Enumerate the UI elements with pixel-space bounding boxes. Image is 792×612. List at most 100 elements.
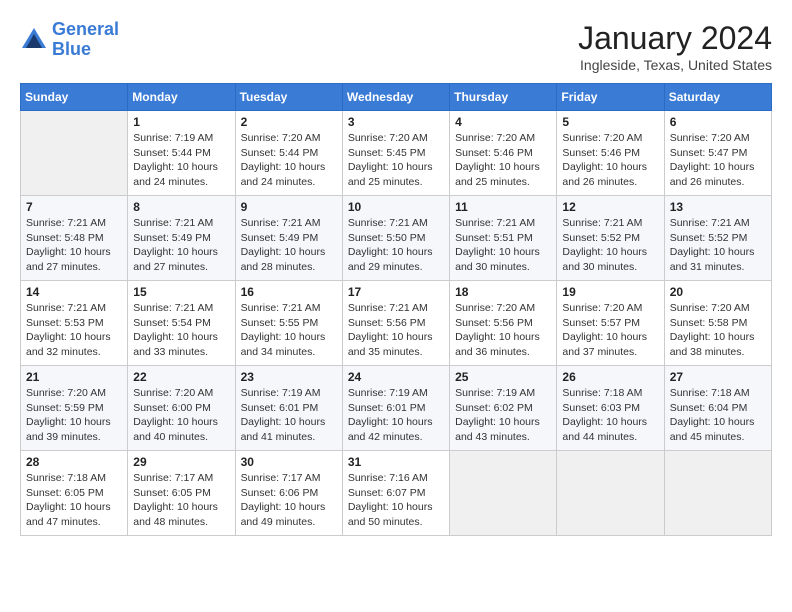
day-cell: 14 Sunrise: 7:21 AMSunset: 5:53 PMDayligh… — [21, 281, 128, 366]
day-info: Sunrise: 7:19 AMSunset: 6:01 PMDaylight:… — [348, 386, 444, 445]
day-cell: 24 Sunrise: 7:19 AMSunset: 6:01 PMDayligh… — [342, 366, 449, 451]
day-info: Sunrise: 7:20 AMSunset: 5:46 PMDaylight:… — [562, 131, 658, 190]
day-info: Sunrise: 7:21 AMSunset: 5:52 PMDaylight:… — [562, 216, 658, 275]
day-cell: 1Sunrise: 7:19 AMSunset: 5:44 PMDaylight… — [128, 111, 235, 196]
day-number: 15 — [133, 285, 229, 299]
logo-line1: General — [52, 19, 119, 39]
day-number: 23 — [241, 370, 337, 384]
logo-line2: Blue — [52, 39, 91, 59]
day-number: 11 — [455, 200, 551, 214]
day-cell: 25 Sunrise: 7:19 AMSunset: 6:02 PMDayligh… — [450, 366, 557, 451]
day-cell: 16 Sunrise: 7:21 AMSunset: 5:55 PMDayligh… — [235, 281, 342, 366]
day-info: Sunrise: 7:20 AMSunset: 5:45 PMDaylight:… — [348, 131, 444, 190]
day-number: 22 — [133, 370, 229, 384]
day-info: Sunrise: 7:20 AMSunset: 6:00 PMDaylight:… — [133, 386, 229, 445]
day-number: 26 — [562, 370, 658, 384]
logo: General Blue — [20, 20, 119, 60]
day-info: Sunrise: 7:17 AMSunset: 6:06 PMDaylight:… — [241, 471, 337, 530]
day-info: Sunrise: 7:21 AMSunset: 5:49 PMDaylight:… — [133, 216, 229, 275]
location: Ingleside, Texas, United States — [578, 57, 772, 73]
day-cell: 9 Sunrise: 7:21 AMSunset: 5:49 PMDaylight… — [235, 196, 342, 281]
week-row-2: 14 Sunrise: 7:21 AMSunset: 5:53 PMDayligh… — [21, 281, 772, 366]
day-number: 9 — [241, 200, 337, 214]
day-number: 20 — [670, 285, 766, 299]
day-cell: 6 Sunrise: 7:20 AMSunset: 5:47 PMDaylight… — [664, 111, 771, 196]
week-row-4: 28 Sunrise: 7:18 AMSunset: 6:05 PMDayligh… — [21, 451, 772, 536]
day-cell: 12 Sunrise: 7:21 AMSunset: 5:52 PMDayligh… — [557, 196, 664, 281]
day-number: 1 — [133, 115, 229, 129]
day-info: Sunrise: 7:20 AMSunset: 5:56 PMDaylight:… — [455, 301, 551, 360]
day-number: 24 — [348, 370, 444, 384]
day-cell: 31 Sunrise: 7:16 AMSunset: 6:07 PMDayligh… — [342, 451, 449, 536]
day-number: 17 — [348, 285, 444, 299]
title-block: January 2024 Ingleside, Texas, United St… — [578, 20, 772, 73]
day-info: Sunrise: 7:17 AMSunset: 6:05 PMDaylight:… — [133, 471, 229, 530]
day-cell — [664, 451, 771, 536]
header-day-sunday: Sunday — [21, 84, 128, 111]
day-cell: 3 Sunrise: 7:20 AMSunset: 5:45 PMDaylight… — [342, 111, 449, 196]
week-row-1: 7Sunrise: 7:21 AMSunset: 5:48 PMDaylight… — [21, 196, 772, 281]
day-cell — [557, 451, 664, 536]
day-cell: 13 Sunrise: 7:21 AMSunset: 5:52 PMDayligh… — [664, 196, 771, 281]
day-number: 5 — [562, 115, 658, 129]
day-info: Sunrise: 7:21 AMSunset: 5:52 PMDaylight:… — [670, 216, 766, 275]
day-number: 29 — [133, 455, 229, 469]
day-cell: 17 Sunrise: 7:21 AMSunset: 5:56 PMDayligh… — [342, 281, 449, 366]
day-info: Sunrise: 7:20 AMSunset: 5:58 PMDaylight:… — [670, 301, 766, 360]
day-info: Sunrise: 7:16 AMSunset: 6:07 PMDaylight:… — [348, 471, 444, 530]
day-info: Sunrise: 7:20 AMSunset: 5:44 PMDaylight:… — [241, 131, 337, 190]
day-number: 25 — [455, 370, 551, 384]
day-info: Sunrise: 7:21 AMSunset: 5:53 PMDaylight:… — [26, 301, 122, 360]
header-day-saturday: Saturday — [664, 84, 771, 111]
day-number: 3 — [348, 115, 444, 129]
day-number: 13 — [670, 200, 766, 214]
day-info: Sunrise: 7:18 AMSunset: 6:05 PMDaylight:… — [26, 471, 122, 530]
day-number: 21 — [26, 370, 122, 384]
day-cell: 15 Sunrise: 7:21 AMSunset: 5:54 PMDayligh… — [128, 281, 235, 366]
day-cell: 8Sunrise: 7:21 AMSunset: 5:49 PMDaylight… — [128, 196, 235, 281]
day-cell: 2 Sunrise: 7:20 AMSunset: 5:44 PMDaylight… — [235, 111, 342, 196]
day-cell: 22 Sunrise: 7:20 AMSunset: 6:00 PMDayligh… — [128, 366, 235, 451]
day-number: 18 — [455, 285, 551, 299]
header-day-friday: Friday — [557, 84, 664, 111]
day-number: 12 — [562, 200, 658, 214]
day-info: Sunrise: 7:20 AMSunset: 5:47 PMDaylight:… — [670, 131, 766, 190]
header-day-wednesday: Wednesday — [342, 84, 449, 111]
day-number: 4 — [455, 115, 551, 129]
day-cell: 23 Sunrise: 7:19 AMSunset: 6:01 PMDayligh… — [235, 366, 342, 451]
day-number: 16 — [241, 285, 337, 299]
day-info: Sunrise: 7:21 AMSunset: 5:55 PMDaylight:… — [241, 301, 337, 360]
day-number: 6 — [670, 115, 766, 129]
day-info: Sunrise: 7:20 AMSunset: 5:59 PMDaylight:… — [26, 386, 122, 445]
header-row: SundayMondayTuesdayWednesdayThursdayFrid… — [21, 84, 772, 111]
header-day-thursday: Thursday — [450, 84, 557, 111]
day-cell: 5 Sunrise: 7:20 AMSunset: 5:46 PMDaylight… — [557, 111, 664, 196]
day-info: Sunrise: 7:21 AMSunset: 5:49 PMDaylight:… — [241, 216, 337, 275]
day-number: 14 — [26, 285, 122, 299]
page-header: General Blue January 2024 Ingleside, Tex… — [20, 20, 772, 73]
day-info: Sunrise: 7:20 AMSunset: 5:46 PMDaylight:… — [455, 131, 551, 190]
day-number: 2 — [241, 115, 337, 129]
week-row-0: 1Sunrise: 7:19 AMSunset: 5:44 PMDaylight… — [21, 111, 772, 196]
day-cell: 18 Sunrise: 7:20 AMSunset: 5:56 PMDayligh… — [450, 281, 557, 366]
day-cell: 21 Sunrise: 7:20 AMSunset: 5:59 PMDayligh… — [21, 366, 128, 451]
day-cell: 7Sunrise: 7:21 AMSunset: 5:48 PMDaylight… — [21, 196, 128, 281]
week-row-3: 21 Sunrise: 7:20 AMSunset: 5:59 PMDayligh… — [21, 366, 772, 451]
day-cell: 10Sunrise: 7:21 AMSunset: 5:50 PMDayligh… — [342, 196, 449, 281]
day-cell — [450, 451, 557, 536]
day-number: 19 — [562, 285, 658, 299]
day-info: Sunrise: 7:21 AMSunset: 5:56 PMDaylight:… — [348, 301, 444, 360]
day-number: 28 — [26, 455, 122, 469]
day-cell — [21, 111, 128, 196]
logo-text: General Blue — [52, 20, 119, 60]
day-number: 31 — [348, 455, 444, 469]
day-number: 7 — [26, 200, 122, 214]
day-info: Sunrise: 7:21 AMSunset: 5:54 PMDaylight:… — [133, 301, 229, 360]
day-info: Sunrise: 7:18 AMSunset: 6:04 PMDaylight:… — [670, 386, 766, 445]
day-cell: 11Sunrise: 7:21 AMSunset: 5:51 PMDayligh… — [450, 196, 557, 281]
day-info: Sunrise: 7:19 AMSunset: 6:02 PMDaylight:… — [455, 386, 551, 445]
day-info: Sunrise: 7:19 AMSunset: 6:01 PMDaylight:… — [241, 386, 337, 445]
day-cell: 27Sunrise: 7:18 AMSunset: 6:04 PMDayligh… — [664, 366, 771, 451]
day-cell: 28 Sunrise: 7:18 AMSunset: 6:05 PMDayligh… — [21, 451, 128, 536]
day-info: Sunrise: 7:18 AMSunset: 6:03 PMDaylight:… — [562, 386, 658, 445]
